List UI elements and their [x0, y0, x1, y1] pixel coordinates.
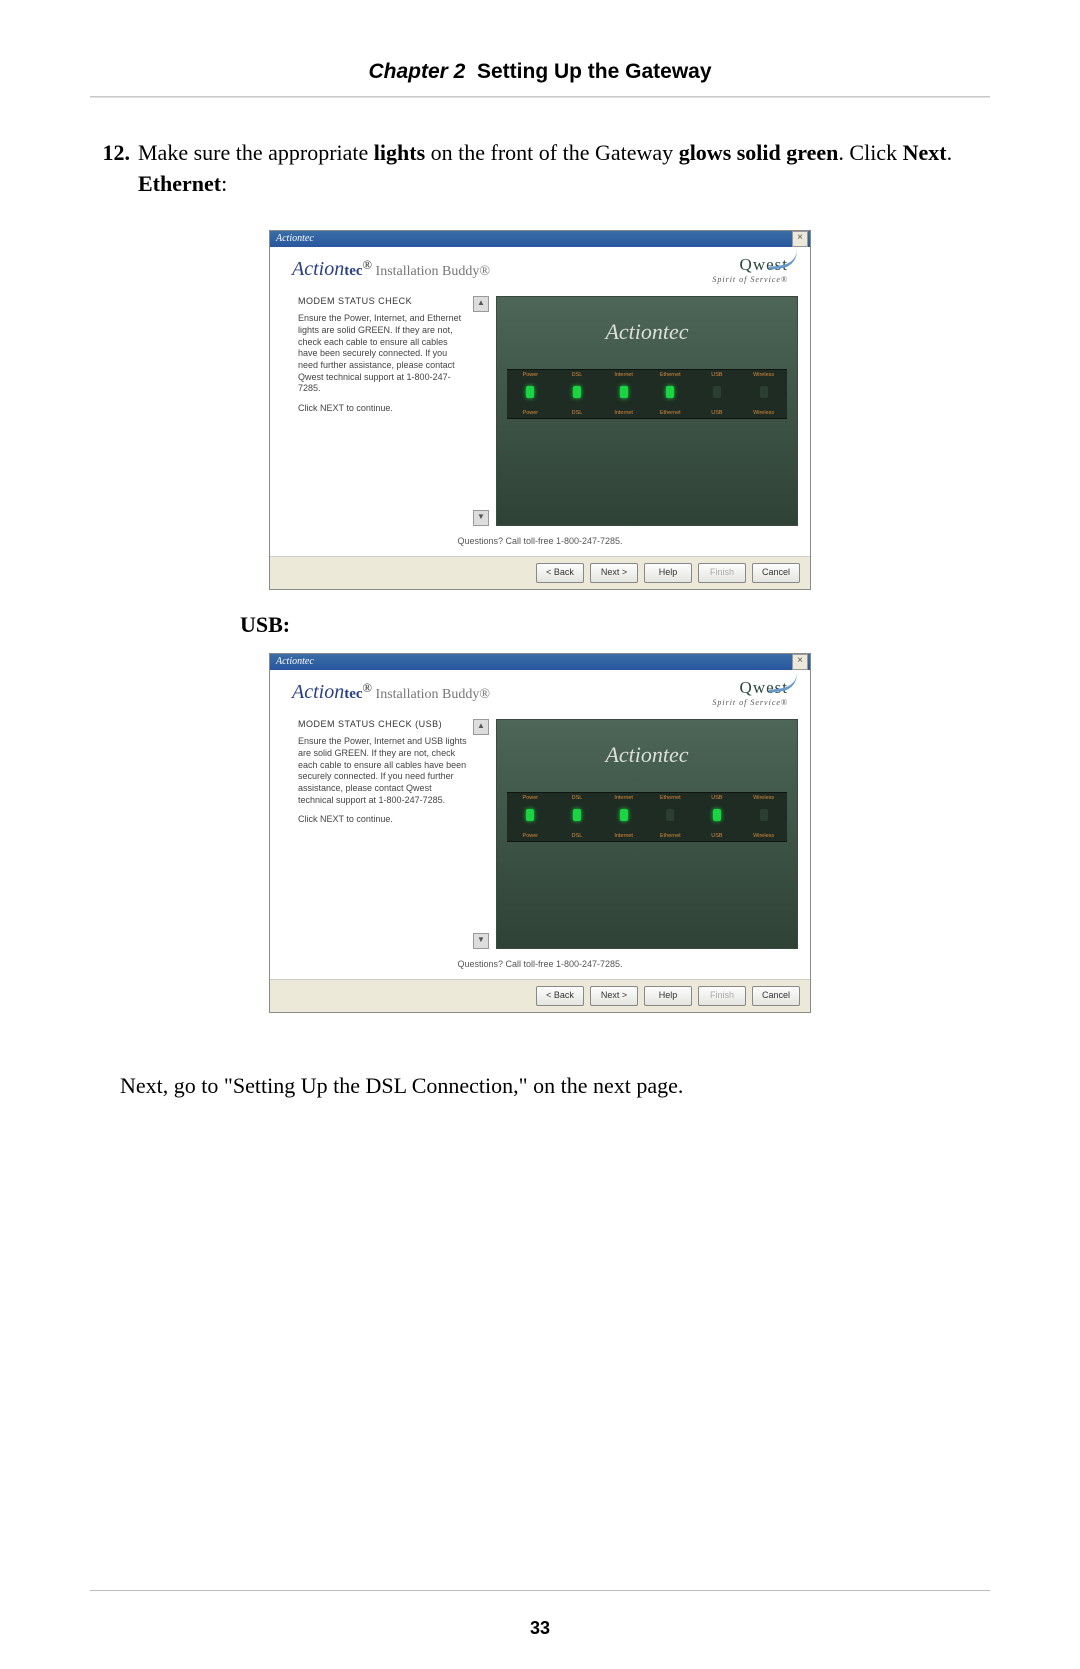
led-labels-bottom: Power DSL Internet Ethernet USB Wireless: [507, 833, 787, 839]
usb-label: USB:: [240, 612, 990, 638]
titlebar: Actiontec ×: [270, 654, 810, 670]
help-button[interactable]: Help: [644, 563, 692, 583]
panel-continue: Click NEXT to continue.: [298, 814, 468, 826]
scrollbar[interactable]: ▲ ▼: [474, 719, 488, 949]
ethernet-label: Ethernet: [138, 171, 221, 196]
led-dsl: [573, 386, 581, 398]
questions-text: Questions? Call toll-free 1-800-247-7285…: [270, 949, 810, 979]
led-labels-top: Power DSL Internet Ethernet USB Wireless: [507, 795, 787, 801]
qwest-logo: Qwest Spirit of Service®: [712, 255, 788, 284]
led-power: [526, 386, 534, 398]
panel-body: Ensure the Power, Internet and USB light…: [298, 736, 468, 806]
modem-logo: Actiontec: [605, 319, 688, 345]
panel-continue: Click NEXT to continue.: [298, 403, 468, 415]
titlebar: Actiontec ×: [270, 231, 810, 247]
modem-logo: Actiontec: [605, 742, 688, 768]
step-bold-next: Next: [903, 140, 947, 165]
led-ethernet: [666, 809, 674, 821]
chapter-title: Setting Up the Gateway: [477, 60, 712, 83]
led-power: [526, 809, 534, 821]
brand-row: Actiontec® Installation Buddy® Qwest Spi…: [270, 670, 810, 713]
install-buddy-window-ethernet: Actiontec × Actiontec® Installation Budd…: [269, 230, 811, 590]
footer-rule: [90, 1590, 990, 1591]
next-button[interactable]: Next >: [590, 986, 638, 1006]
step-text: . Click: [838, 140, 902, 165]
page-number: 33: [0, 1618, 1080, 1639]
chapter-header: Chapter 2 Setting Up the Gateway: [90, 60, 990, 84]
modem-image: Actiontec Power DSL Internet Ethernet US…: [496, 296, 798, 526]
step-body: Make sure the appropriate lights on the …: [138, 138, 990, 200]
install-buddy-window-usb: Actiontec × Actiontec® Installation Budd…: [269, 653, 811, 1013]
led-usb: [713, 386, 721, 398]
scroll-up-icon[interactable]: ▲: [473, 719, 489, 735]
finish-button: Finish: [698, 986, 746, 1006]
led-wireless: [760, 809, 768, 821]
finish-button: Finish: [698, 563, 746, 583]
next-button[interactable]: Next >: [590, 563, 638, 583]
step-bold-glows: glows solid green: [679, 140, 839, 165]
questions-text: Questions? Call toll-free 1-800-247-7285…: [270, 526, 810, 556]
qwest-logo: Qwest Spirit of Service®: [712, 678, 788, 707]
step-text: .: [947, 140, 953, 165]
led-labels-bottom: Power DSL Internet Ethernet USB Wireless: [507, 410, 787, 416]
scroll-down-icon[interactable]: ▼: [473, 933, 489, 949]
close-icon[interactable]: ×: [792, 231, 808, 247]
back-button[interactable]: < Back: [536, 563, 584, 583]
qwest-swoosh-icon: [767, 249, 799, 270]
instructions-panel: MODEM STATUS CHECK Ensure the Power, Int…: [298, 296, 474, 526]
scroll-up-icon[interactable]: ▲: [473, 296, 489, 312]
led-ethernet: [666, 386, 674, 398]
qwest-swoosh-icon: [767, 672, 799, 693]
colon: :: [221, 171, 227, 196]
button-row: < Back Next > Help Finish Cancel: [270, 556, 810, 589]
cancel-button[interactable]: Cancel: [752, 563, 800, 583]
led-dsl: [573, 809, 581, 821]
led-labels-top: Power DSL Internet Ethernet USB Wireless: [507, 372, 787, 378]
step-text: Make sure the appropriate: [138, 140, 374, 165]
window-title: Actiontec: [272, 656, 314, 667]
back-button[interactable]: < Back: [536, 986, 584, 1006]
next-page-line: Next, go to "Setting Up the DSL Connecti…: [120, 1073, 990, 1099]
button-row: < Back Next > Help Finish Cancel: [270, 979, 810, 1012]
step-text: on the front of the Gateway: [425, 140, 679, 165]
panel-heading: MODEM STATUS CHECK (USB): [298, 719, 468, 731]
step-bold-lights: lights: [374, 140, 425, 165]
actiontec-logo: Actiontec® Installation Buddy®: [292, 681, 490, 704]
led-wireless: [760, 386, 768, 398]
scrollbar[interactable]: ▲ ▼: [474, 296, 488, 526]
led-usb: [713, 809, 721, 821]
brand-row: Actiontec® Installation Buddy® Qwest Spi…: [270, 247, 810, 290]
modem-image: Actiontec Power DSL Internet Ethernet US…: [496, 719, 798, 949]
window-title: Actiontec: [272, 233, 314, 244]
actiontec-logo: Actiontec® Installation Buddy®: [292, 258, 490, 281]
led-internet: [620, 386, 628, 398]
panel-heading: MODEM STATUS CHECK: [298, 296, 468, 308]
panel-body: Ensure the Power, Internet, and Ethernet…: [298, 313, 468, 395]
cancel-button[interactable]: Cancel: [752, 986, 800, 1006]
instructions-panel: MODEM STATUS CHECK (USB) Ensure the Powe…: [298, 719, 474, 949]
scroll-down-icon[interactable]: ▼: [473, 510, 489, 526]
header-rule: [90, 96, 990, 98]
chapter-number: Chapter 2: [368, 60, 465, 83]
led-internet: [620, 809, 628, 821]
close-icon[interactable]: ×: [792, 654, 808, 670]
help-button[interactable]: Help: [644, 986, 692, 1006]
step-12: 12. Make sure the appropriate lights on …: [90, 138, 990, 200]
step-number: 12.: [90, 138, 138, 200]
